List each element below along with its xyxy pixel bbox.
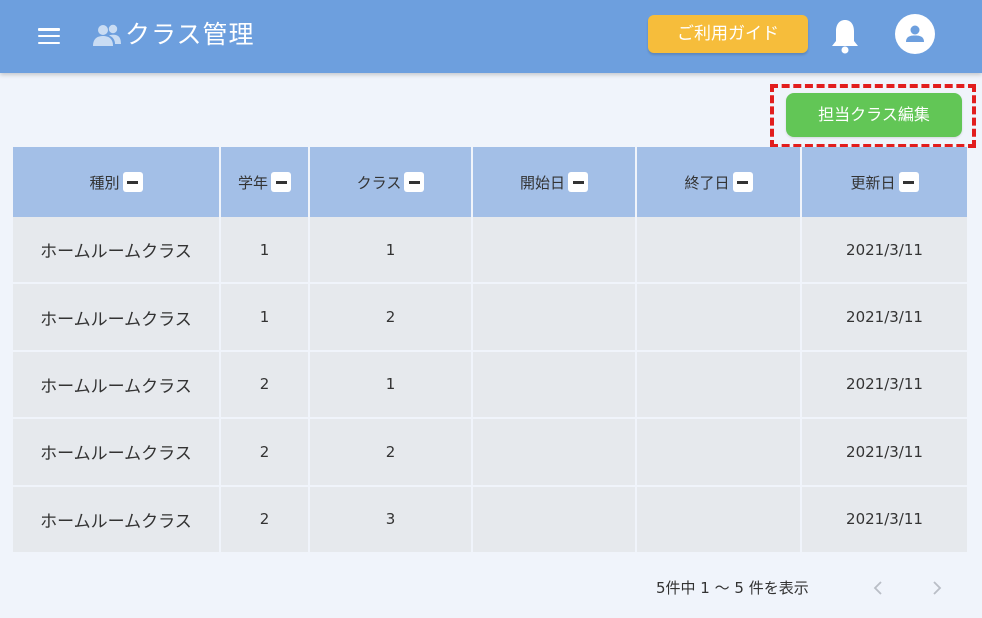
table-row[interactable]: ホームルームクラス 2 2 2021/3/11	[13, 419, 967, 487]
table-row[interactable]: ホームルームクラス 2 3 2021/3/11	[13, 486, 967, 554]
cell-type: ホームルームクラス	[13, 351, 221, 420]
minus-icon	[127, 180, 138, 184]
chevron-right-icon	[933, 581, 942, 595]
column-header-class: クラス	[310, 147, 473, 217]
pagination-summary: 5件中 1 ～ 5 件を表示	[656, 579, 809, 597]
cell-class: 1	[310, 351, 473, 420]
edit-assigned-classes-button[interactable]: 担当クラス編集	[786, 93, 962, 137]
column-collapse-button[interactable]	[568, 172, 588, 192]
cell-end-date	[637, 486, 802, 554]
column-collapse-button[interactable]	[898, 172, 919, 192]
cell-end-date	[637, 419, 802, 487]
previous-page-button[interactable]	[866, 574, 890, 602]
avatar[interactable]	[895, 14, 935, 54]
column-header-end-date: 終了日	[637, 147, 802, 217]
minus-icon	[737, 180, 748, 184]
cell-type: ホームルームクラス	[13, 419, 221, 487]
column-collapse-button[interactable]	[404, 172, 425, 192]
cell-start-date	[473, 351, 637, 420]
cell-start-date	[473, 486, 637, 554]
column-collapse-button[interactable]	[122, 172, 143, 192]
cell-grade: 1	[221, 217, 310, 285]
minus-icon	[572, 180, 584, 184]
cell-type: ホームルームクラス	[13, 284, 221, 352]
user-icon	[906, 25, 924, 42]
chevron-left-icon	[873, 581, 882, 595]
cell-updated-date: 2021/3/11	[802, 284, 967, 352]
hamburger-menu-icon[interactable]	[38, 28, 60, 44]
cell-grade: 1	[221, 284, 310, 352]
table-header-row: 種別 学年 クラス 開始日 終了日 更新日	[13, 147, 967, 217]
cell-end-date	[637, 217, 802, 285]
cell-start-date	[473, 217, 637, 285]
people-icon	[93, 24, 121, 46]
cell-start-date	[473, 284, 637, 352]
page-title: クラス管理	[125, 20, 255, 49]
minus-icon	[903, 180, 914, 184]
column-header-type: 種別	[13, 147, 221, 217]
column-collapse-button[interactable]	[732, 172, 753, 192]
column-header-updated-date: 更新日	[802, 147, 967, 217]
cell-grade: 2	[221, 486, 310, 554]
cell-class: 2	[310, 284, 473, 352]
cell-updated-date: 2021/3/11	[802, 217, 967, 285]
cell-class: 1	[310, 217, 473, 285]
cell-grade: 2	[221, 419, 310, 487]
cell-grade: 2	[221, 351, 310, 420]
table-row[interactable]: ホームルームクラス 2 1 2021/3/11	[13, 351, 967, 420]
cell-type: ホームルームクラス	[13, 486, 221, 554]
cell-type: ホームルームクラス	[13, 217, 221, 285]
minus-icon	[275, 180, 287, 184]
next-page-button[interactable]	[925, 574, 949, 602]
column-collapse-button[interactable]	[271, 172, 291, 192]
app-header: クラス管理 ご利用ガイド	[0, 0, 982, 73]
bell-icon[interactable]	[829, 17, 861, 55]
cell-updated-date: 2021/3/11	[802, 486, 967, 554]
table-row[interactable]: ホームルームクラス 1 1 2021/3/11	[13, 217, 967, 285]
cell-updated-date: 2021/3/11	[802, 419, 967, 487]
table-row[interactable]: ホームルームクラス 1 2 2021/3/11	[13, 284, 967, 352]
minus-icon	[408, 180, 420, 184]
cell-end-date	[637, 284, 802, 352]
cell-end-date	[637, 351, 802, 420]
cell-class: 3	[310, 486, 473, 554]
cell-updated-date: 2021/3/11	[802, 351, 967, 420]
cell-class: 2	[310, 419, 473, 487]
class-table: 種別 学年 クラス 開始日 終了日 更新日 ホームルームクラス 1 1 2021…	[13, 147, 967, 554]
column-header-grade: 学年	[221, 147, 310, 217]
user-guide-button[interactable]: ご利用ガイド	[648, 15, 808, 53]
cell-start-date	[473, 419, 637, 487]
column-header-start-date: 開始日	[473, 147, 637, 217]
